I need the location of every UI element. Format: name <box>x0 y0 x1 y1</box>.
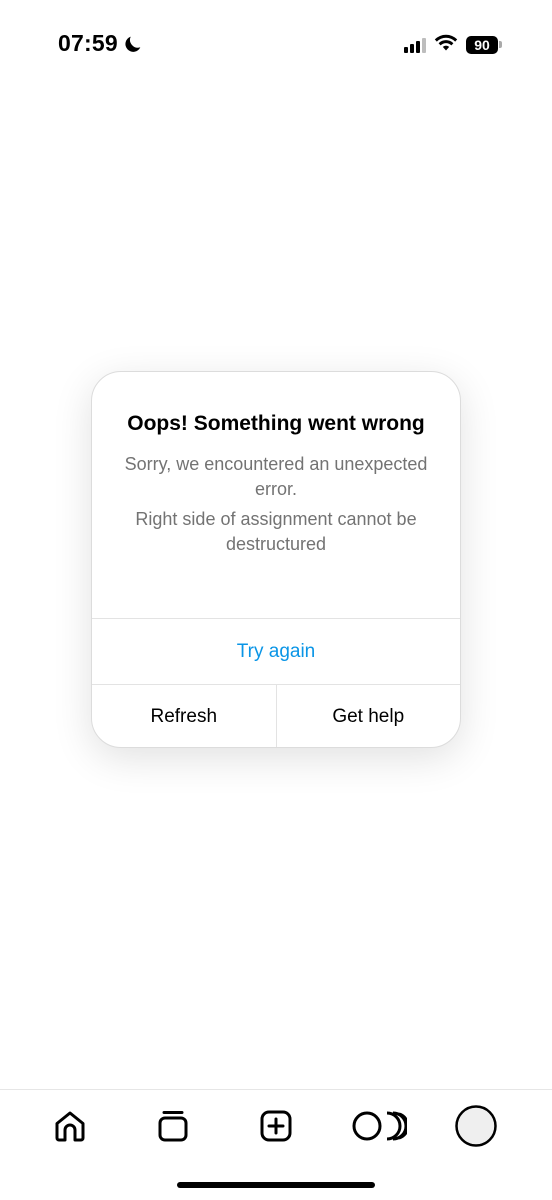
dialog-title: Oops! Something went wrong <box>127 412 425 435</box>
home-icon[interactable] <box>48 1104 92 1148</box>
time-text: 07:59 <box>58 30 118 56</box>
get-help-button[interactable]: Get help <box>275 685 461 747</box>
dialog-button-row: Refresh Get help <box>92 685 461 747</box>
moon-icon <box>122 33 144 55</box>
cellular-signal-icon <box>404 37 426 53</box>
wifi-icon <box>434 33 458 56</box>
status-icons: 90 <box>404 33 502 56</box>
status-bar: 07:59 90 <box>0 0 552 90</box>
battery-level: 90 <box>466 35 498 54</box>
dialog-body: Oops! Something went wrong Sorry, we enc… <box>92 372 460 618</box>
feeds-icon[interactable] <box>151 1104 195 1148</box>
error-dialog: Oops! Something went wrong Sorry, we enc… <box>91 371 461 748</box>
battery-icon: 90 <box>466 35 502 54</box>
try-again-button[interactable]: Try again <box>92 619 460 684</box>
home-indicator <box>177 1182 375 1188</box>
refresh-button[interactable]: Refresh <box>92 685 276 747</box>
create-icon[interactable] <box>254 1104 298 1148</box>
dialog-message: Sorry, we encountered an unexpected erro… <box>124 454 428 499</box>
status-time: 07:59 <box>58 30 144 57</box>
app-screen: 07:59 90 Oops! Something went wrong Sorr… <box>0 0 552 1200</box>
threads-icon[interactable] <box>346 1104 408 1148</box>
dialog-error-detail: Right side of assignment cannot be destr… <box>135 509 417 554</box>
profile-avatar[interactable] <box>454 1104 498 1148</box>
